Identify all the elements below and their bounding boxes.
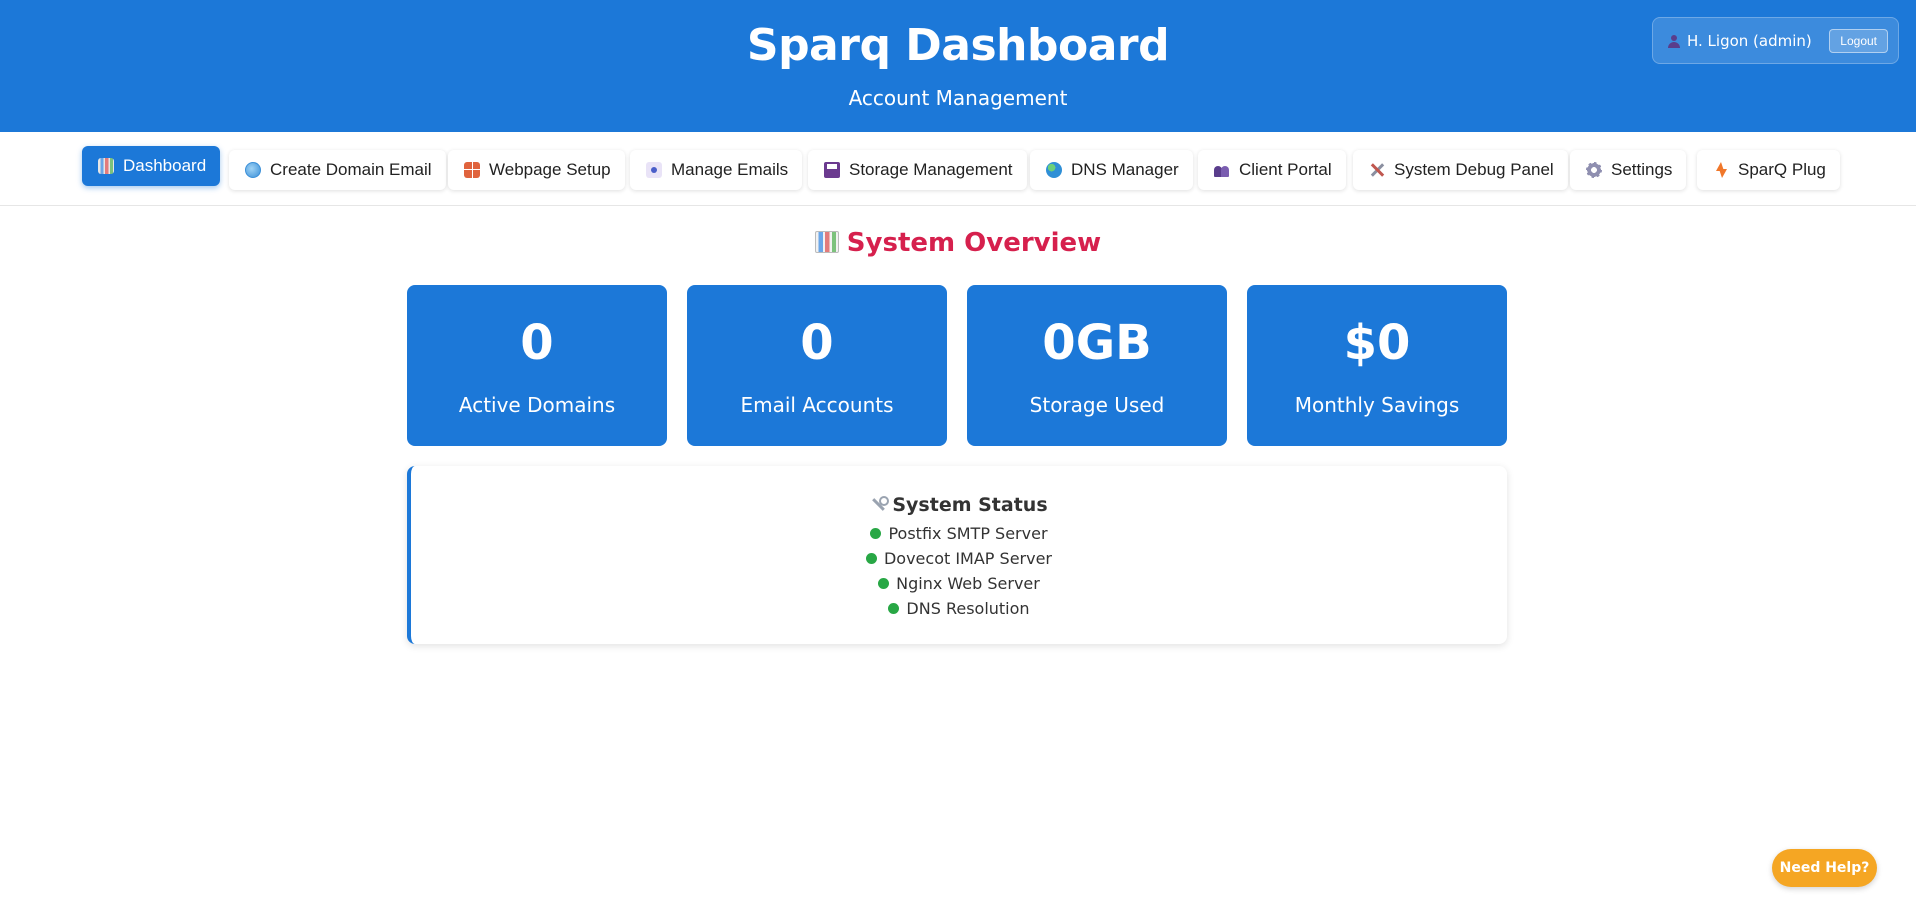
app-header: Sparq Dashboard Account Management H. Li…	[0, 0, 1916, 132]
nav-item-label: SparQ Plug	[1738, 160, 1826, 179]
stat-label: Email Accounts	[740, 393, 894, 417]
system-status-panel: System Status Postfix SMTP Server Doveco…	[407, 466, 1507, 644]
user-name: H. Ligon (admin)	[1687, 31, 1812, 50]
system-status-heading: System Status	[411, 494, 1507, 516]
nav-item-manage-emails[interactable]: Manage Emails	[630, 150, 803, 190]
nav-item-label: Dashboard	[123, 156, 207, 175]
status-item-dovecot: Dovecot IMAP Server	[411, 546, 1507, 571]
user-box: H. Ligon (admin) Logout	[1652, 17, 1899, 64]
nav-item-label: System Debug Panel	[1394, 160, 1554, 179]
wrench-icon	[870, 496, 890, 512]
nav-item-storage-management[interactable]: Storage Management	[808, 150, 1027, 190]
nav-item-label: Storage Management	[849, 160, 1013, 179]
stat-card-active-domains: 0 Active Domains	[407, 285, 667, 446]
nav-item-label: DNS Manager	[1071, 160, 1179, 179]
nav-item-system-debug-panel[interactable]: System Debug Panel	[1353, 150, 1568, 190]
status-online-dot-icon	[878, 578, 890, 589]
bar-chart-icon	[814, 231, 839, 253]
stat-card-monthly-savings: $0 Monthly Savings	[1247, 285, 1507, 446]
status-online-dot-icon	[870, 528, 882, 539]
nav-item-settings[interactable]: Settings	[1570, 150, 1687, 190]
stat-card-email-accounts: 0 Email Accounts	[687, 285, 947, 446]
stat-card-storage-used: 0GB Storage Used	[967, 285, 1227, 446]
earth-icon	[1046, 162, 1062, 178]
stat-label: Active Domains	[458, 393, 616, 417]
stat-label: Storage Used	[1029, 393, 1165, 417]
status-item-dns: DNS Resolution	[411, 596, 1507, 621]
user-icon	[1667, 34, 1681, 48]
floppy-disk-icon	[824, 162, 840, 178]
overview-heading: System Overview	[0, 228, 1916, 258]
app-title: Sparq Dashboard	[746, 20, 1170, 71]
stat-label: Monthly Savings	[1294, 393, 1460, 417]
email-icon	[646, 162, 662, 178]
bar-chart-icon	[98, 158, 114, 174]
nav-item-dashboard[interactable]: Dashboard	[82, 146, 221, 186]
nav-item-label: Webpage Setup	[489, 160, 611, 179]
stat-value: 0GB	[1042, 315, 1152, 371]
nav-item-label: Create Domain Email	[270, 160, 432, 179]
nav-item-sparq-plug[interactable]: SparQ Plug	[1697, 150, 1840, 190]
status-item-label: Dovecot IMAP Server	[883, 549, 1053, 568]
need-help-button[interactable]: Need Help?	[1772, 849, 1877, 887]
status-item-label: DNS Resolution	[906, 599, 1030, 618]
nav-item-webpage-setup[interactable]: Webpage Setup	[448, 150, 625, 190]
app-subtitle: Account Management	[848, 86, 1068, 110]
lightning-icon	[1713, 162, 1729, 178]
system-status-title: System Status	[892, 494, 1048, 516]
nav-item-label: Settings	[1611, 160, 1673, 179]
status-item-label: Nginx Web Server	[896, 574, 1040, 593]
stat-value: $0	[1343, 315, 1411, 371]
main-nav: Dashboard Create Domain Email Webpage Se…	[0, 132, 1916, 206]
nav-item-create-domain-email[interactable]: Create Domain Email	[229, 150, 446, 190]
stat-value: 0	[520, 315, 554, 371]
logout-button[interactable]: Logout	[1829, 28, 1888, 53]
overview-title: System Overview	[846, 228, 1102, 258]
nav-item-dns-manager[interactable]: DNS Manager	[1030, 150, 1193, 190]
status-list: Postfix SMTP Server Dovecot IMAP Server …	[411, 521, 1507, 621]
tools-icon	[1369, 162, 1385, 178]
gear-icon	[1586, 162, 1602, 178]
globe-icon	[245, 162, 261, 178]
status-online-dot-icon	[888, 603, 900, 614]
status-item-nginx: Nginx Web Server	[411, 571, 1507, 596]
people-icon	[1214, 162, 1230, 178]
status-item-postfix: Postfix SMTP Server	[411, 521, 1507, 546]
brick-icon	[464, 162, 480, 178]
status-online-dot-icon	[865, 553, 877, 564]
status-item-label: Postfix SMTP Server	[888, 524, 1048, 543]
nav-item-label: Manage Emails	[671, 160, 789, 179]
nav-item-label: Client Portal	[1239, 160, 1332, 179]
stat-value: 0	[800, 315, 834, 371]
nav-item-client-portal[interactable]: Client Portal	[1198, 150, 1346, 190]
